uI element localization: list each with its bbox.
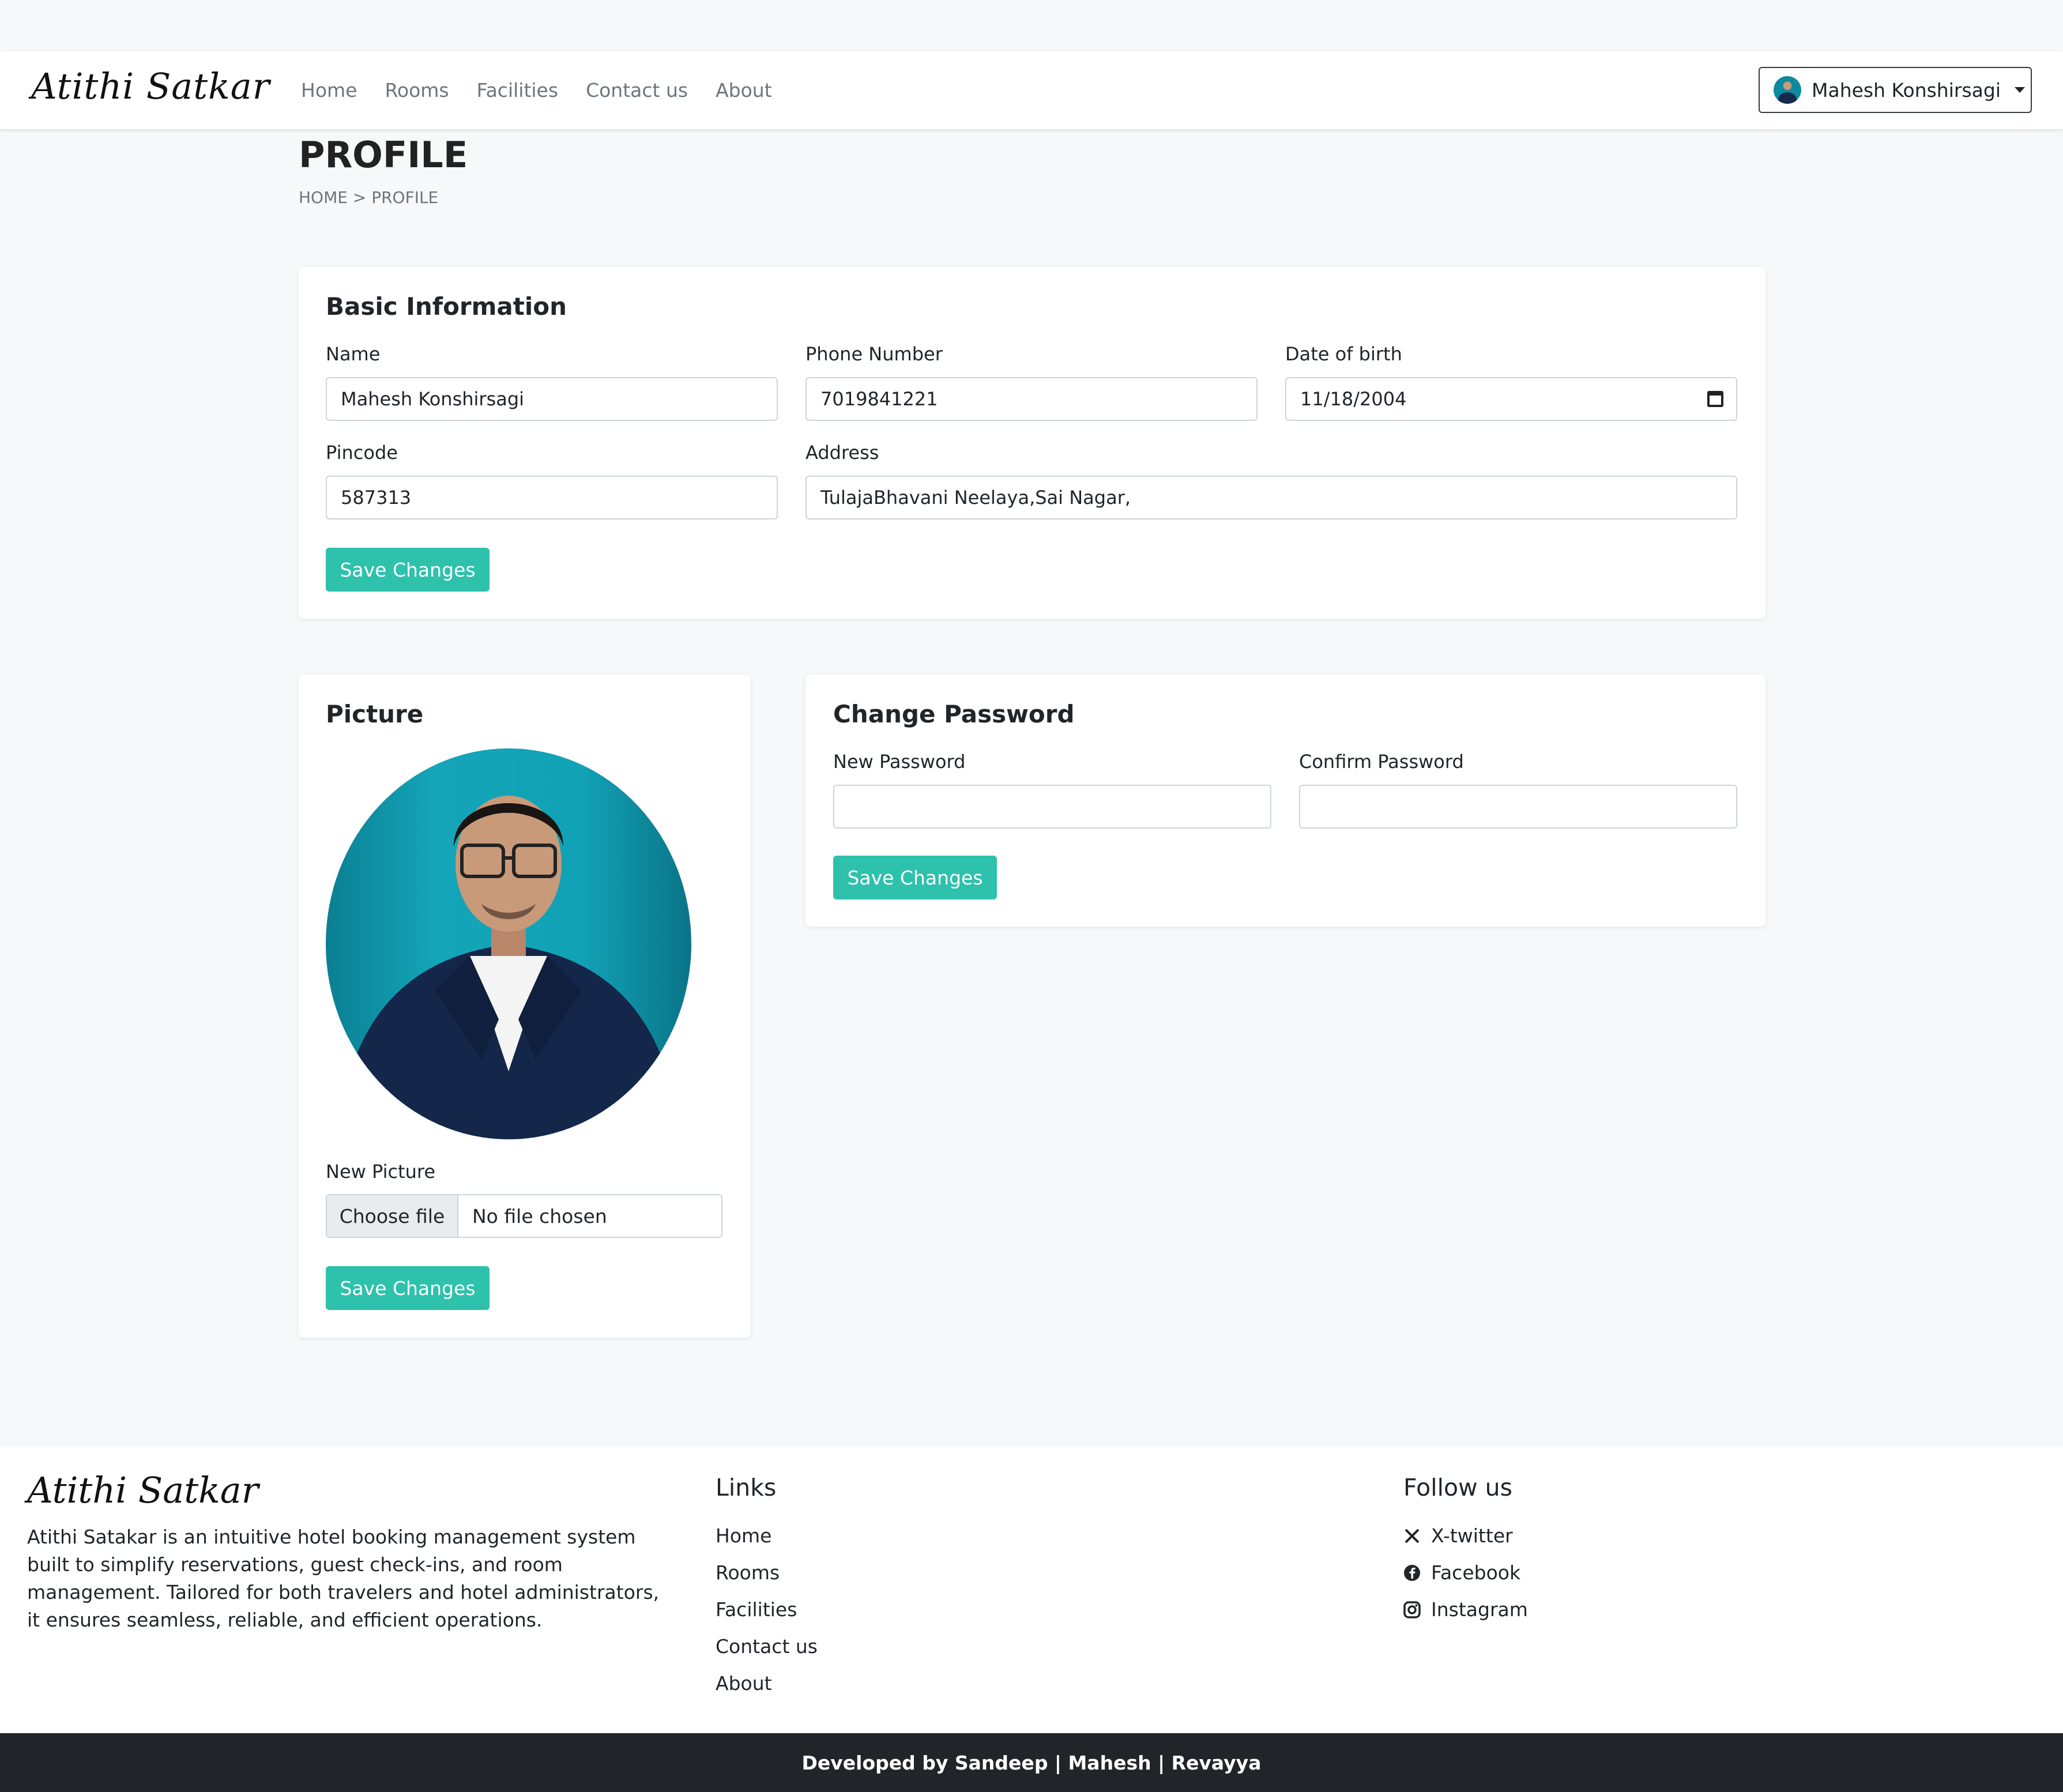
- footer-follow-title: Follow us: [1403, 1474, 1512, 1501]
- change-password-title: Change Password: [833, 700, 1075, 728]
- top-navbar: Atithi Satkar Home Rooms Facilities Cont…: [0, 51, 2063, 129]
- save-picture-button[interactable]: Save Changes: [326, 1266, 490, 1310]
- instagram-icon: [1403, 1601, 1421, 1618]
- footer-brand: Atithi Satkar: [27, 1469, 259, 1511]
- save-password-button[interactable]: Save Changes: [833, 856, 997, 899]
- file-name-text: No file chosen: [472, 1204, 607, 1228]
- phone-label: Phone Number: [805, 343, 943, 365]
- pincode-label: Pincode: [326, 442, 398, 464]
- nav-rooms-link[interactable]: Rooms: [385, 79, 449, 101]
- new-picture-label: New Picture: [326, 1161, 436, 1183]
- social-facebook-label: Facebook: [1431, 1561, 1521, 1584]
- credits-bar: Developed by Sandeep | Mahesh | Revayya: [0, 1733, 2063, 1792]
- address-label: Address: [805, 442, 879, 464]
- name-label: Name: [326, 343, 381, 365]
- dob-value: 11/18/2004: [1300, 388, 1407, 410]
- confirm-password-label: Confirm Password: [1299, 751, 1464, 773]
- basic-info-title: Basic Information: [326, 292, 567, 321]
- profile-picture: [326, 748, 691, 1139]
- nav-about-link[interactable]: About: [716, 79, 772, 101]
- footer-links-title: Links: [716, 1474, 777, 1501]
- picture-title: Picture: [326, 700, 424, 728]
- footer-link-about[interactable]: About: [716, 1672, 772, 1695]
- x-twitter-icon: [1403, 1527, 1421, 1545]
- breadcrumb: HOME > PROFILE: [299, 188, 439, 207]
- address-textarea[interactable]: TulajaBhavani Neelaya,Sai Nagar,: [805, 476, 1737, 519]
- page-title: PROFILE: [299, 134, 468, 176]
- footer-link-contact[interactable]: Contact us: [716, 1635, 818, 1658]
- facebook-icon: [1403, 1564, 1421, 1582]
- user-menu-button[interactable]: Mahesh Konshirsagi: [1759, 67, 2032, 113]
- social-twitter-label: X-twitter: [1431, 1524, 1513, 1547]
- dob-label: Date of birth: [1285, 343, 1402, 365]
- phone-field[interactable]: 7019841221: [805, 377, 1258, 421]
- picture-file-input[interactable]: Choose file No file chosen: [326, 1194, 722, 1238]
- nav-contact-link[interactable]: Contact us: [586, 79, 688, 101]
- social-facebook[interactable]: Facebook: [1403, 1561, 1520, 1584]
- new-password-label: New Password: [833, 751, 966, 773]
- save-basic-button[interactable]: Save Changes: [326, 548, 490, 592]
- social-twitter[interactable]: X-twitter: [1403, 1524, 1513, 1547]
- name-field[interactable]: Mahesh Konshirsagi: [326, 377, 778, 421]
- new-password-field[interactable]: [833, 785, 1271, 829]
- footer-link-rooms[interactable]: Rooms: [716, 1561, 780, 1584]
- nav-home-link[interactable]: Home: [301, 79, 357, 101]
- profile-photo-illustration: [337, 796, 680, 1139]
- footer-link-home[interactable]: Home: [716, 1524, 771, 1547]
- pincode-field[interactable]: 587313: [326, 476, 778, 519]
- nav-facilities-link[interactable]: Facilities: [477, 79, 558, 101]
- nav-links: Home Rooms Facilities Contact us About: [301, 51, 772, 129]
- choose-file-button[interactable]: Choose file: [327, 1195, 458, 1237]
- confirm-password-field[interactable]: [1299, 785, 1737, 829]
- social-instagram[interactable]: Instagram: [1403, 1598, 1528, 1621]
- dob-field[interactable]: 11/18/2004: [1285, 377, 1737, 421]
- social-instagram-label: Instagram: [1431, 1598, 1528, 1621]
- brand-logo[interactable]: Atithi Satkar: [31, 65, 270, 107]
- user-name: Mahesh Konshirsagi: [1812, 78, 2001, 101]
- user-avatar: [1774, 76, 1801, 104]
- calendar-icon[interactable]: [1707, 391, 1723, 407]
- footer-link-facilities[interactable]: Facilities: [716, 1598, 797, 1621]
- footer-description: Atithi Satakar is an intuitive hotel boo…: [27, 1526, 660, 1631]
- caret-down-icon: [2015, 87, 2025, 93]
